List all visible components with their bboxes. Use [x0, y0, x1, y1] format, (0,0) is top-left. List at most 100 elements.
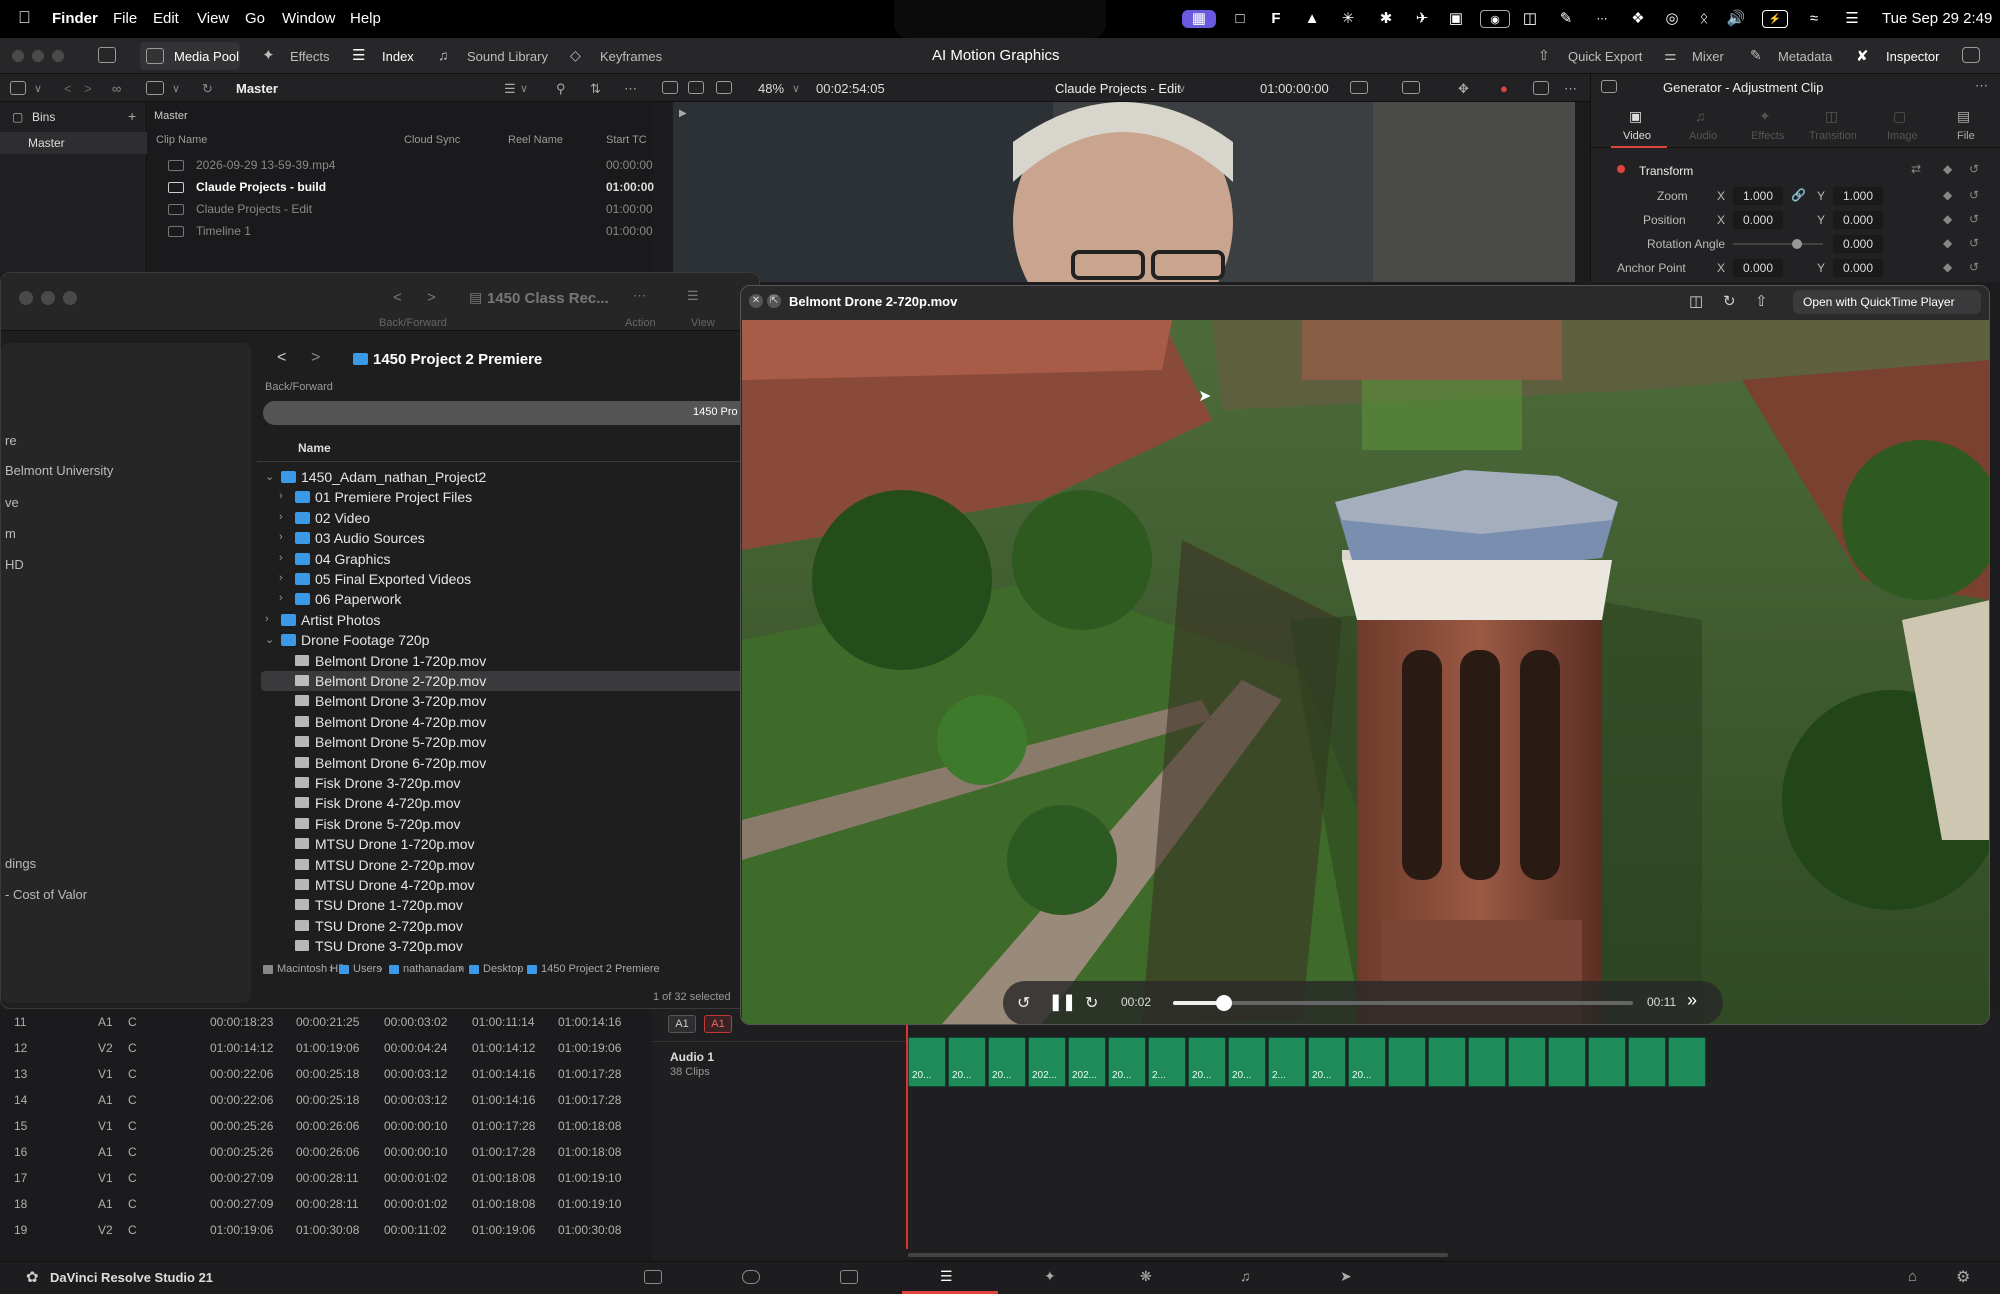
audio-clip[interactable]: 20...	[1308, 1037, 1346, 1087]
keyframe-icon[interactable]: ◆	[1943, 212, 1952, 226]
audio-clip[interactable]: 20...	[988, 1037, 1026, 1087]
wifi-icon[interactable]: ≈	[1804, 10, 1824, 28]
settings-gear-icon[interactable]: ⚙	[1956, 1267, 1970, 1287]
layout-icon[interactable]: ◫	[1520, 10, 1540, 28]
menu-window[interactable]: Window	[282, 10, 335, 27]
quicklook-close-icon[interactable]: ✕	[749, 294, 763, 308]
sound-library-tab[interactable]: Sound Library	[467, 49, 548, 64]
disclosure-closed-icon[interactable]: ›	[279, 531, 283, 543]
table-row[interactable]: 19 V2 C 01:00:19:06 01:00:30:08 00:00:11:02 01…	[0, 1217, 650, 1243]
menu-app-finder[interactable]: Finder	[52, 10, 98, 27]
menu-help[interactable]: Help	[350, 10, 381, 27]
rotation-slider[interactable]	[1733, 243, 1823, 245]
pause-icon[interactable]: ❚❚	[1049, 992, 1076, 1012]
folder-row[interactable]: › 01 Premiere Project Files	[261, 487, 759, 507]
airdrop-icon[interactable]: ◎	[1662, 10, 1682, 28]
rotate-icon[interactable]: ↻	[1723, 292, 1736, 310]
metadata-icon[interactable]: ✎	[1750, 47, 1762, 64]
audio-clip[interactable]: 20...	[1188, 1037, 1226, 1087]
audio-clip[interactable]: 20...	[908, 1037, 946, 1087]
viewer-mode3-icon[interactable]	[716, 81, 732, 94]
anchor-y-field[interactable]: 0.000	[1833, 259, 1883, 277]
video-frame[interactable]: ➤	[742, 320, 1989, 1024]
back-window-back-icon[interactable]: <	[393, 289, 402, 306]
enable-dot-icon[interactable]	[1617, 165, 1625, 173]
timeline-dropdown-icon[interactable]: ∨	[1178, 82, 1186, 95]
rotation-slider-thumb[interactable]	[1792, 239, 1802, 249]
quick-export-icon[interactable]: ⇧	[1538, 47, 1550, 64]
transform-options-icon[interactable]: ⇄	[1911, 162, 1921, 176]
audio-clip[interactable]: 202...	[1028, 1037, 1066, 1087]
split-view-icon[interactable]	[1533, 81, 1549, 95]
file-row[interactable]: Belmont Drone 3-720p.mov	[261, 691, 759, 711]
clip-row[interactable]: 2026-09-29 13-59-39.mp4 00:00:00	[148, 154, 654, 176]
skip-back-icon[interactable]: ↺	[1017, 993, 1030, 1013]
audio-clip[interactable]	[1628, 1037, 1666, 1087]
sidebar-item[interactable]: re	[5, 433, 17, 448]
col-reel-name[interactable]: Reel Name	[508, 134, 563, 146]
index-tab[interactable]: Index	[382, 49, 414, 64]
sparkle-icon[interactable]: ✱	[1376, 10, 1396, 28]
disclosure-open-icon[interactable]: ⌄	[265, 633, 274, 646]
volume-icon[interactable]: 🔊	[1726, 10, 1746, 28]
display-icon[interactable]	[1402, 81, 1420, 94]
effects-icon[interactable]: ✦	[262, 46, 275, 64]
inspector-mode-icon[interactable]	[1601, 80, 1617, 93]
file-row[interactable]: Belmont Drone 5-720p.mov	[261, 732, 759, 752]
forward-icon[interactable]: >	[311, 349, 320, 367]
thumbnail-icon[interactable]	[146, 81, 164, 95]
viewer-more-icon[interactable]: ⋯	[1564, 81, 1577, 97]
folder-row[interactable]: › 05 Final Exported Videos	[261, 569, 759, 589]
timeline-selector[interactable]: Claude Projects - Edit	[1055, 81, 1181, 96]
inspector-more-icon[interactable]: ⋯	[1975, 78, 1988, 94]
zoom-dropdown-icon[interactable]: ∨	[792, 82, 800, 95]
reset-icon[interactable]: ↺	[1969, 188, 1979, 202]
menu-view[interactable]: View	[197, 10, 229, 27]
action-icon[interactable]: ⋯	[633, 288, 646, 304]
transform-header[interactable]: Transform ⇄ ◆ ↺	[1591, 160, 2000, 184]
file-row[interactable]: Fisk Drone 5-720p.mov	[261, 814, 759, 834]
file-row[interactable]: Belmont Drone 1-720p.mov	[261, 651, 759, 671]
tab-effects[interactable]: ✦ Effects	[1737, 102, 1797, 148]
window-minimize-button[interactable]	[32, 50, 44, 62]
f-app-icon[interactable]: F	[1266, 10, 1286, 28]
dots-icon[interactable]: ⋯	[1592, 10, 1612, 28]
table-row[interactable]: 14 A1 C 00:00:22:06 00:00:25:18 00:00:03:12 01…	[0, 1087, 650, 1113]
keyframe-icon[interactable]: ◆	[1943, 188, 1952, 202]
folder-row[interactable]: › 03 Audio Sources	[261, 528, 759, 548]
audio-clip[interactable]	[1428, 1037, 1466, 1087]
audio-clip[interactable]	[1548, 1037, 1586, 1087]
disclosure-closed-icon[interactable]: ›	[279, 572, 283, 584]
clock[interactable]: Tue Sep 29 2:49	[1882, 10, 1992, 27]
audio-clip[interactable]	[1468, 1037, 1506, 1087]
table-row[interactable]: 15 V1 C 00:00:25:26 00:00:26:06 00:00:00:10 01…	[0, 1113, 650, 1139]
cut-page-icon[interactable]	[742, 1270, 760, 1284]
folder-row[interactable]: ⌄ 1450_Adam_nathan_Project2	[261, 467, 759, 487]
fairlight-page-icon[interactable]: ♫	[1240, 1268, 1251, 1284]
path-segment[interactable]: nathanadam	[403, 963, 464, 975]
clusters-icon[interactable]: ▲	[1302, 10, 1322, 28]
disclosure-closed-icon[interactable]: ›	[279, 511, 283, 523]
deliver-page-icon[interactable]: ➤	[1340, 1268, 1352, 1285]
anchor-x-field[interactable]: 0.000	[1733, 259, 1783, 277]
battery-icon[interactable]: ⚡	[1762, 10, 1788, 28]
playhead[interactable]	[906, 1009, 908, 1249]
mixer-tab[interactable]: Mixer	[1692, 49, 1724, 64]
audio-clip[interactable]: 20...	[1108, 1037, 1146, 1087]
file-row[interactable]: MTSU Drone 1-720p.mov	[261, 834, 759, 854]
folder-row[interactable]: › 04 Graphics	[261, 549, 759, 569]
audio-clip[interactable]: 20...	[948, 1037, 986, 1087]
sound-library-icon[interactable]: ♫	[438, 47, 449, 63]
fast-forward-icon[interactable]: »	[1687, 990, 1697, 1011]
media-pool-tab[interactable]: Media Pool	[140, 42, 240, 70]
path-segment[interactable]: 1450 Project 2 Premiere	[541, 963, 660, 975]
keyframe-icon[interactable]: ◆	[1943, 162, 1952, 176]
audio-clip[interactable]: 20...	[1348, 1037, 1386, 1087]
edit-page-tab[interactable]: ☰	[902, 1262, 998, 1294]
nav-back-icon[interactable]: <	[64, 81, 72, 96]
file-row[interactable]: Belmont Drone 2-720p.mov	[261, 671, 759, 691]
bin-master[interactable]: Master	[0, 132, 147, 154]
window-close-button[interactable]	[12, 50, 24, 62]
disclosure-closed-icon[interactable]: ›	[265, 613, 269, 625]
sync-icon[interactable]: ↻	[202, 81, 213, 97]
